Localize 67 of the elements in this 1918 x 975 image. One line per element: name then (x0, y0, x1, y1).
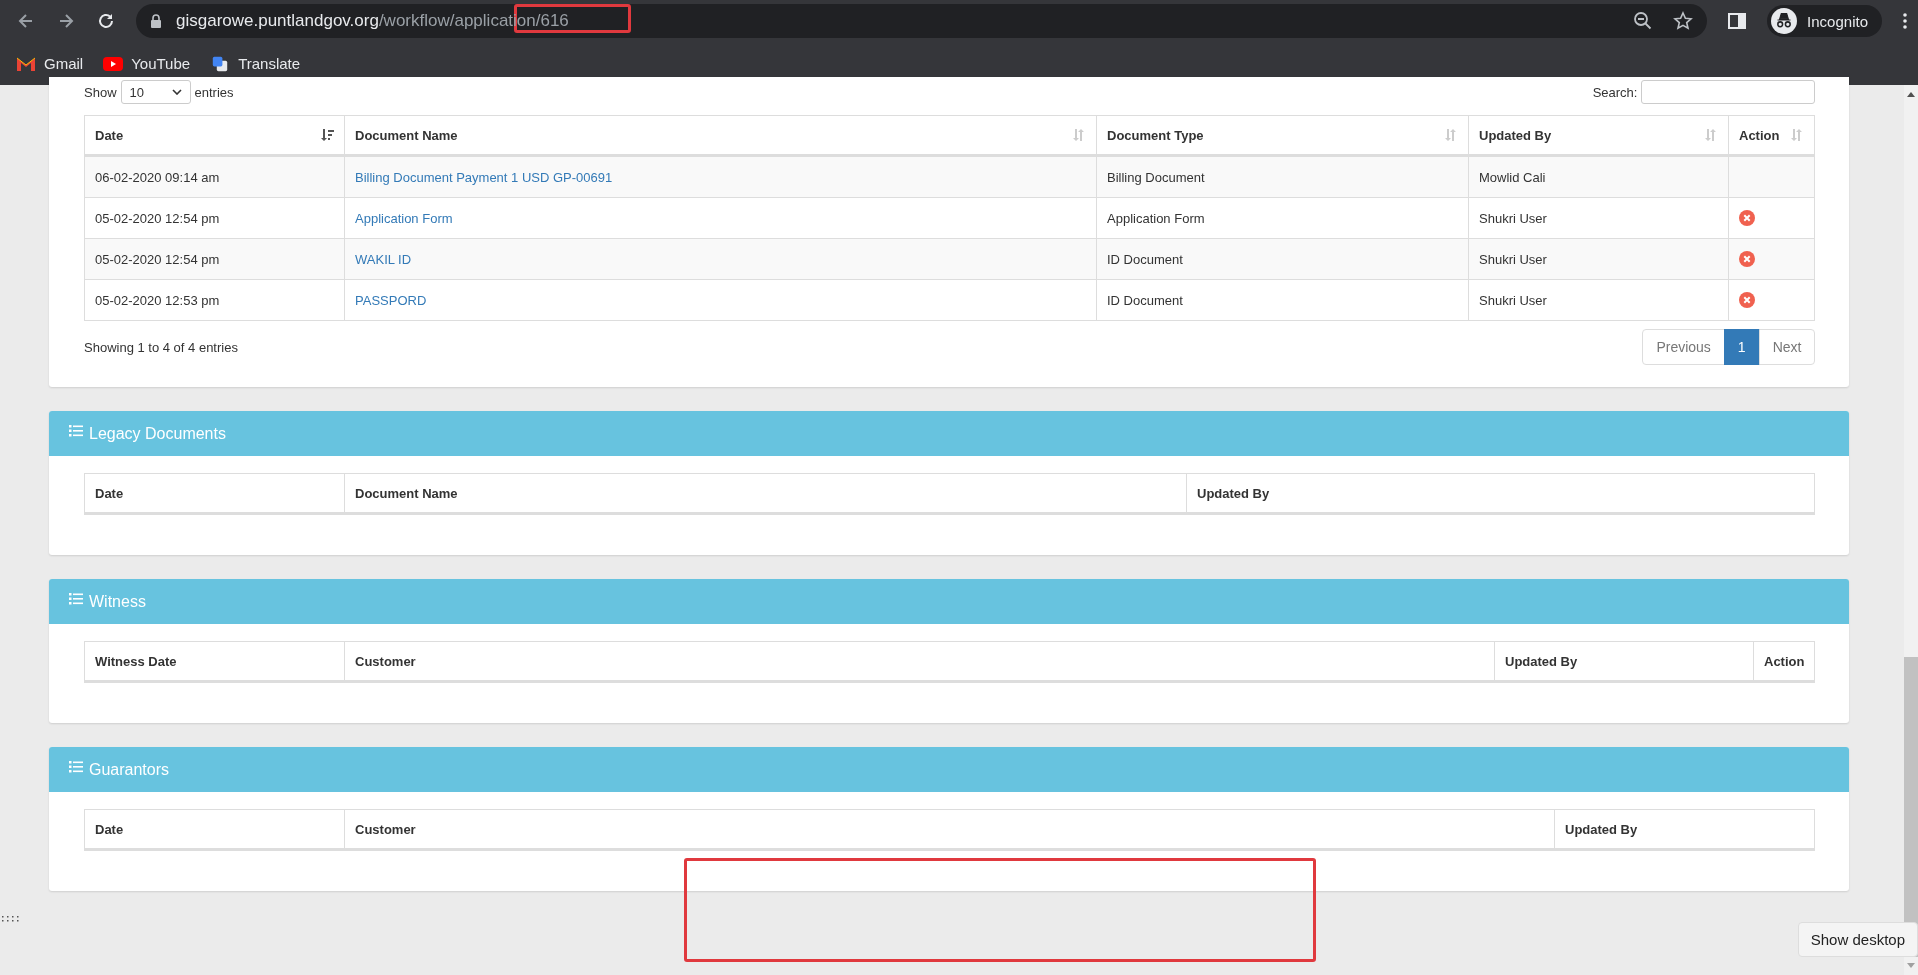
entries-info: Showing 1 to 4 of 4 entries (84, 339, 238, 355)
column-header: Witness Date (95, 653, 177, 669)
table-cell: 05-02-2020 12:53 pm (95, 292, 220, 308)
column-header[interactable]: Date (85, 116, 344, 154)
table-cell: Billing Document (1107, 169, 1205, 185)
section-title: Legacy Documents (89, 424, 226, 443)
delete-icon[interactable] (1739, 251, 1755, 267)
resize-grip-icon (2, 915, 22, 923)
column-header: Updated By (1197, 485, 1270, 501)
list-icon (69, 424, 83, 437)
delete-icon[interactable] (1739, 292, 1755, 308)
star-icon[interactable] (1673, 11, 1694, 31)
table-cell: 05-02-2020 12:54 pm (95, 251, 220, 267)
document-link[interactable]: Billing Document Payment 1 USD GP-00691 (355, 169, 613, 185)
table-cell: 05-02-2020 12:54 pm (95, 210, 220, 226)
column-header: Customer (355, 653, 416, 669)
pagination-button[interactable]: Next (1758, 329, 1816, 365)
table-cell: Mowlid Cali (1479, 169, 1546, 185)
search-field[interactable] (1641, 80, 1816, 104)
column-header: Updated By (1505, 653, 1578, 669)
incognito-icon (1771, 8, 1798, 34)
list-icon (69, 760, 83, 773)
envelope-icon (16, 55, 36, 72)
pagination-button[interactable]: 1 (1723, 329, 1760, 365)
column-header: Updated By (1565, 821, 1638, 837)
list-icon (69, 592, 83, 605)
column-header[interactable]: Document Type (1096, 116, 1468, 154)
lock-icon (150, 14, 162, 28)
column-header: Document Name (355, 485, 458, 501)
bookmark-item[interactable]: Gmail (16, 55, 84, 72)
document-link[interactable]: PASSPORD (355, 292, 427, 308)
column-header: Customer (355, 821, 416, 837)
entries-label: entries (194, 84, 234, 100)
incognito-button[interactable]: Incognito (1767, 5, 1882, 37)
chevron-down-icon (171, 89, 182, 95)
page-length-select[interactable]: 10 (120, 80, 191, 104)
show-label: Show (84, 84, 117, 100)
column-header: Date (95, 485, 124, 501)
column-header[interactable]: Document Name (344, 116, 1096, 154)
table-cell: Shukri User (1479, 251, 1547, 267)
section-title: Guarantors (89, 760, 170, 779)
play-icon (103, 55, 124, 72)
column-header[interactable]: Action (1728, 116, 1815, 154)
table-cell: Shukri User (1479, 292, 1547, 308)
menu-icon[interactable] (1902, 11, 1908, 31)
zoom-out-icon[interactable] (1633, 11, 1654, 31)
document-link[interactable]: WAKIL ID (355, 251, 412, 267)
table-cell: ID Document (1107, 251, 1183, 267)
column-header: Date (95, 821, 124, 837)
scroll-up-icon[interactable] (1906, 91, 1917, 97)
document-link[interactable]: Application Form (355, 210, 453, 226)
search-label: Search: (1592, 84, 1638, 100)
reload-icon[interactable] (96, 11, 116, 31)
scrollbar[interactable] (1904, 85, 1918, 975)
table-cell: Shukri User (1479, 210, 1547, 226)
bookmark-item[interactable]: YouTube (103, 55, 191, 72)
column-header: Action (1764, 653, 1805, 669)
tooltip: Show desktop (1797, 922, 1918, 957)
bookmark-item[interactable]: Translate (210, 55, 301, 72)
side-panel-icon[interactable] (1727, 11, 1748, 31)
column-header[interactable]: Updated By (1468, 116, 1728, 154)
table-cell: 06-02-2020 09:14 am (95, 169, 220, 185)
table-cell: ID Document (1107, 292, 1183, 308)
section-title: Witness (89, 592, 146, 611)
delete-icon[interactable] (1739, 210, 1755, 226)
pagination-button[interactable]: Previous (1642, 329, 1725, 365)
table-cell: Application Form (1107, 210, 1205, 226)
